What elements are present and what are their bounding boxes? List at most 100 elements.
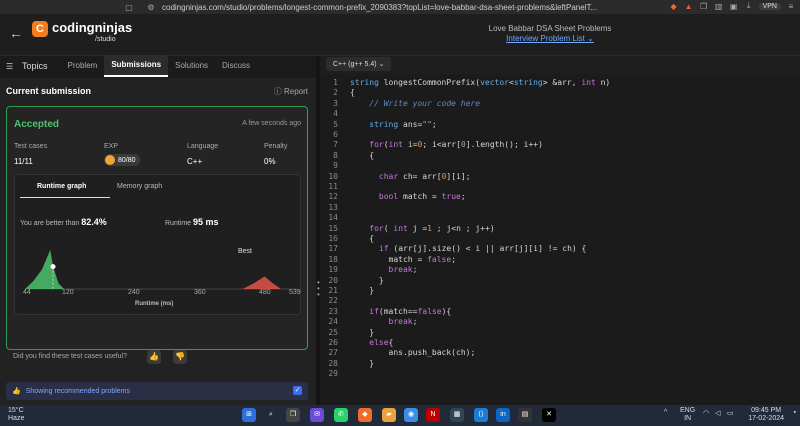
code-line[interactable]: 4 — [320, 109, 800, 119]
code-line[interactable]: 5 string ans=""; — [320, 120, 800, 130]
chevron-up-icon[interactable]: ^ — [664, 409, 667, 416]
menu-icon[interactable]: ≡ — [786, 2, 796, 11]
language-indicator[interactable]: ENG IN — [680, 407, 695, 423]
task-view-icon[interactable]: ❐ — [286, 408, 300, 422]
code-text[interactable]: // Write your code here — [350, 99, 480, 109]
code-line[interactable]: 23 if(match==false){ — [320, 307, 800, 317]
code-text[interactable]: for(int i=0; i<arr[0].length(); i++) — [350, 140, 543, 150]
address-bar[interactable]: codingninjas.com/studio/problems/longest… — [162, 3, 622, 12]
app-icon-2[interactable]: ▤ — [518, 408, 532, 422]
code-text[interactable]: if(match==false){ — [350, 307, 451, 317]
brand-name[interactable]: codingninjas — [52, 20, 132, 35]
brave-icon[interactable]: ◆ — [358, 408, 372, 422]
code-line[interactable]: 28 } — [320, 359, 800, 369]
sheet-link[interactable]: Interview Problem List ⌄ — [480, 34, 620, 43]
code-text[interactable]: { — [350, 151, 374, 161]
file-explorer-icon[interactable]: ▰ — [382, 408, 396, 422]
code-line[interactable]: 24 break; — [320, 317, 800, 327]
brave-shield-icon[interactable]: ◆ — [669, 2, 679, 11]
code-line[interactable]: 1 string longestCommonPrefix(vector<strin… — [320, 78, 800, 88]
tab-icon[interactable]: ▢ — [124, 3, 134, 12]
extensions-icon[interactable]: ❐ — [699, 2, 709, 11]
code-text[interactable]: else{ — [350, 338, 393, 348]
lock-icon[interactable]: ⚙ — [146, 3, 156, 12]
code-line[interactable]: 22 — [320, 296, 800, 306]
vscode-icon[interactable]: ⟨⟩ — [474, 408, 488, 422]
code-text[interactable]: } — [350, 359, 374, 369]
sidebar-icon[interactable]: ▥ — [714, 2, 724, 11]
code-line[interactable]: 17 if (arr[j].size() < i || arr[j][i] !=… — [320, 244, 800, 254]
x-icon[interactable]: ✕ — [542, 408, 556, 422]
report-button[interactable]: ⓘ Report — [274, 86, 308, 97]
app-icon[interactable]: ▦ — [450, 408, 464, 422]
code-line[interactable]: 16 { — [320, 234, 800, 244]
code-line[interactable]: 3 // Write your code here — [320, 99, 800, 109]
download-icon[interactable]: ⤓ — [744, 1, 754, 11]
language-select[interactable]: C++ (g++ 5.4) ⌄ — [326, 57, 392, 71]
code-line[interactable]: 10 char ch= arr[0][i]; — [320, 172, 800, 182]
wallet-icon[interactable]: ▣ — [729, 2, 739, 11]
tab-solutions[interactable]: Solutions — [168, 56, 215, 76]
wifi-icon[interactable]: ◠ — [703, 409, 709, 417]
code-line[interactable]: 14 — [320, 213, 800, 223]
language-label[interactable]: C++ (g++ 5.4) — [333, 61, 377, 68]
tab-runtime-graph[interactable]: Runtime graph — [37, 183, 86, 190]
code-line[interactable]: 9 — [320, 161, 800, 171]
sheet-link-text[interactable]: Interview Problem List — [506, 34, 585, 43]
code-line[interactable]: 27 ans.push_back(ch); — [320, 348, 800, 358]
tab-topics[interactable]: Topics — [18, 56, 55, 76]
thumbs-down-icon[interactable]: 👎 — [173, 350, 187, 364]
codingninjas-logo[interactable]: C — [32, 21, 48, 37]
code-line[interactable]: 7 for(int i=0; i<arr[0].length(); i++) — [320, 140, 800, 150]
whatsapp-icon[interactable]: ✆ — [334, 408, 348, 422]
chevron-down-icon[interactable]: ⌄ — [587, 34, 594, 43]
code-line[interactable]: 2{ — [320, 88, 800, 98]
clock[interactable]: 09:45 PM 17-02-2024 — [748, 407, 784, 423]
report-label[interactable]: Report — [284, 87, 308, 96]
code-line[interactable]: 11 — [320, 182, 800, 192]
tab-submissions[interactable]: Submissions — [104, 55, 169, 77]
code-text[interactable]: break; — [350, 265, 418, 275]
code-line[interactable]: 15 for( int j =1 ; j<n ; j++) — [320, 224, 800, 234]
teams-icon[interactable]: ✉ — [310, 408, 324, 422]
tab-problem[interactable]: Problem — [61, 56, 105, 76]
tab-memory-graph[interactable]: Memory graph — [117, 183, 162, 190]
code-line[interactable]: 21 } — [320, 286, 800, 296]
code-editor[interactable]: 1 string longestCommonPrefix(vector<strin… — [320, 74, 800, 405]
notification-icon[interactable]: ▪ — [794, 409, 796, 416]
code-text[interactable]: match = false; — [350, 255, 457, 265]
code-line[interactable]: 19 break; — [320, 265, 800, 275]
code-text[interactable]: string longestCommonPrefix(vector<string… — [350, 78, 610, 88]
code-line[interactable]: 20 } — [320, 276, 800, 286]
code-line[interactable]: 6 — [320, 130, 800, 140]
code-line[interactable]: 25 } — [320, 328, 800, 338]
code-line[interactable]: 13 — [320, 203, 800, 213]
code-text[interactable]: ans.push_back(ch); — [350, 348, 476, 358]
weather-widget[interactable]: 15°C Haze — [8, 407, 24, 423]
volume-icon[interactable]: ◁ — [715, 409, 720, 417]
back-arrow-icon[interactable]: ← — [9, 25, 23, 41]
code-line[interactable]: 26 else{ — [320, 338, 800, 348]
code-text[interactable]: } — [350, 286, 374, 296]
linkedin-icon[interactable]: in — [496, 408, 510, 422]
battery-icon[interactable]: ▭ — [727, 409, 734, 417]
menu-icon[interactable]: ☰ — [6, 62, 18, 71]
alert-icon[interactable]: ▲ — [684, 2, 694, 11]
code-text[interactable]: { — [350, 234, 374, 244]
code-text[interactable]: string ans=""; — [350, 120, 436, 130]
code-line[interactable]: 8 { — [320, 151, 800, 161]
code-line[interactable]: 18 match = false; — [320, 255, 800, 265]
code-text[interactable]: bool match = true; — [350, 192, 466, 202]
netflix-icon[interactable]: N — [426, 408, 440, 422]
code-line[interactable]: 29 — [320, 369, 800, 379]
windows-start-icon[interactable]: ⊞ — [242, 408, 256, 422]
chrome-icon[interactable]: ◉ — [404, 408, 418, 422]
recommended-banner[interactable]: 👍 Showing recommended problems ✓ — [6, 382, 308, 400]
code-text[interactable]: } — [350, 276, 384, 286]
tab-discuss[interactable]: Discuss — [215, 56, 257, 76]
vpn-button[interactable]: VPN — [758, 2, 781, 10]
checkbox-icon[interactable]: ✓ — [293, 386, 302, 395]
code-text[interactable]: break; — [350, 317, 418, 327]
code-line[interactable]: 12 bool match = true; — [320, 192, 800, 202]
code-text[interactable]: } — [350, 328, 374, 338]
